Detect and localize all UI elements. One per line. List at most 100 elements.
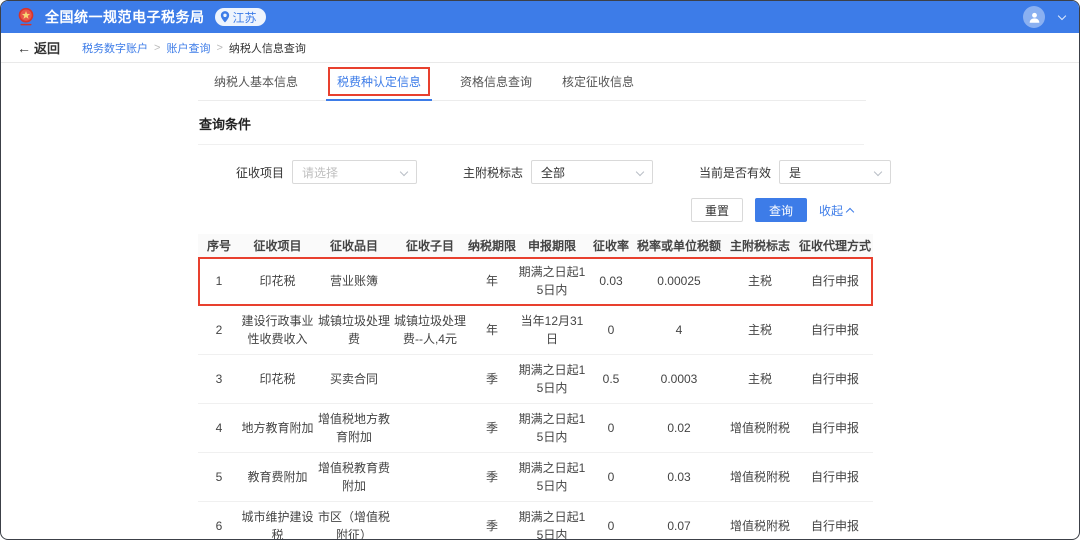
region-label: 江苏 [233,9,257,26]
table-cell: 0.5 [587,355,635,404]
filter-group-1: 主附税标志 全部 [463,160,653,184]
column-header-1: 征收项目 [240,234,315,257]
filter-label: 主附税标志 [463,164,523,181]
column-header-0: 序号 [198,234,240,257]
table-cell: 主税 [723,355,797,404]
app-window: 全国统一规范电子税务局 江苏 ← 返回 税务数字账户>账户查询>纳税人信息查询 [0,0,1080,540]
app-title: 全国统一规范电子税务局 [45,7,205,27]
tab-label: 税费种认定信息 [328,67,430,96]
table-cell: 增值税地方教育附加 [315,404,393,453]
back-button[interactable]: ← 返回 [17,38,60,57]
location-pin-icon [220,11,230,23]
region-selector[interactable]: 江苏 [215,8,266,26]
query-section-title: 查询条件 [199,114,881,133]
table-body: 1印花税营业账簿年期满之日起15日内0.030.00025主税自行申报2建设行政… [198,257,873,540]
table-cell: 自行申报 [797,404,873,453]
chevron-down-icon [636,168,644,176]
reset-button[interactable]: 重置 [691,198,743,222]
column-header-8: 主附税标志 [723,234,797,257]
filter-group-2: 当前是否有效是 [699,160,891,184]
table-cell: 买卖合同 [315,355,393,404]
table-cell: 增值税附税 [723,502,797,540]
table-cell [393,404,467,453]
table-cell: 季 [467,502,517,540]
table-cell: 6 [198,502,240,540]
tab-label: 核定征收信息 [562,73,634,90]
filter-row: 征收项目请选择 主附税标志 全部 当前是否有效是 [236,160,891,184]
table-cell: 自行申报 [797,453,873,502]
table-row-6: 6城市维护建设税市区（增值税附征）季期满之日起15日内00.07增值税附税自行申… [198,502,873,540]
table-cell: 5 [198,453,240,502]
table-cell: 城镇垃圾处理费--人,4元 [393,306,467,355]
user-icon [1028,11,1041,24]
collapse-label: 收起 [819,202,843,219]
breadcrumb-separator: > [216,42,222,54]
table-row-5: 5教育费附加增值税教育费附加季期满之日起15日内00.03增值税附税自行申报 [198,453,873,502]
tab-1[interactable]: 税费种认定信息 [328,63,430,100]
breadcrumb-item-2: 纳税人信息查询 [229,40,306,56]
table-cell: 期满之日起15日内 [517,355,587,404]
back-label: 返回 [34,38,60,57]
filter-select-2[interactable]: 是 [779,160,891,184]
table-cell: 印花税 [240,257,315,306]
column-header-9: 征收代理方式 [797,234,873,257]
table-cell: 建设行政事业性收费收入 [240,306,315,355]
column-header-3: 征收子目 [393,234,467,257]
table-cell: 自行申报 [797,355,873,404]
table-cell: 增值税附税 [723,404,797,453]
breadcrumb-bar: ← 返回 税务数字账户>账户查询>纳税人信息查询 [1,33,1079,63]
table-cell: 印花税 [240,355,315,404]
user-menu-chevron-down-icon[interactable] [1058,11,1066,19]
table-cell: 增值税教育费附加 [315,453,393,502]
select-value: 是 [789,164,801,181]
filter-select-0[interactable]: 请选择 [292,160,417,184]
table-cell: 季 [467,453,517,502]
tab-label: 纳税人基本信息 [214,73,298,90]
user-avatar[interactable] [1023,6,1045,28]
breadcrumb-item-0[interactable]: 税务数字账户 [82,40,148,56]
collapse-link[interactable]: 收起 [819,202,853,219]
tab-2[interactable]: 资格信息查询 [460,63,532,100]
table-cell: 0.02 [635,404,723,453]
main-content: 纳税人基本信息税费种认定信息资格信息查询核定征收信息 查询条件 征收项目请选择主… [1,63,881,540]
table-cell: 0.03 [635,453,723,502]
table-cell: 自行申报 [797,306,873,355]
table-cell: 期满之日起15日内 [517,257,587,306]
table-cell: 城镇垃圾处理费 [315,306,393,355]
table-row-2: 2建设行政事业性收费收入城镇垃圾处理费城镇垃圾处理费--人,4元年当年12月31… [198,306,873,355]
top-header-bar: 全国统一规范电子税务局 江苏 [1,1,1079,33]
tax-category-table: 序号征收项目征收品目征收子目纳税期限申报期限征收率税率或单位税额主附税标志征收代… [198,234,873,540]
table-cell: 期满之日起15日内 [517,404,587,453]
table-cell: 季 [467,355,517,404]
tab-bar: 纳税人基本信息 税费种认定信息 资格信息查询 核定征收信息 [198,63,866,101]
table-cell [393,453,467,502]
chevron-down-icon [874,168,882,176]
section-divider [198,144,864,145]
table-cell: 0.03 [587,257,635,306]
chevron-up-icon [846,208,854,216]
table-cell: 城市维护建设税 [240,502,315,540]
table-cell: 3 [198,355,240,404]
search-button[interactable]: 查询 [755,198,807,222]
back-arrow-icon: ← [17,40,31,56]
select-value: 全部 [541,164,565,181]
tab-0[interactable]: 纳税人基本信息 [214,63,298,100]
tab-3[interactable]: 核定征收信息 [562,63,634,100]
filter-label: 征收项目 [236,164,284,181]
table-cell: 主税 [723,257,797,306]
table-cell: 年 [467,257,517,306]
table-cell: 2 [198,306,240,355]
column-header-4: 纳税期限 [467,234,517,257]
filter-select-1[interactable]: 全部 [531,160,653,184]
table-cell: 自行申报 [797,257,873,306]
column-header-6: 征收率 [587,234,635,257]
table-cell [393,257,467,306]
table-cell: 自行申报 [797,502,873,540]
table-cell: 0 [587,453,635,502]
table-cell: 0.07 [635,502,723,540]
column-header-7: 税率或单位税额 [635,234,723,257]
table-cell: 季 [467,404,517,453]
table-row-1: 1印花税营业账簿年期满之日起15日内0.030.00025主税自行申报 [198,257,873,306]
table-cell: 0 [587,502,635,540]
breadcrumb-item-1[interactable]: 账户查询 [166,40,210,56]
